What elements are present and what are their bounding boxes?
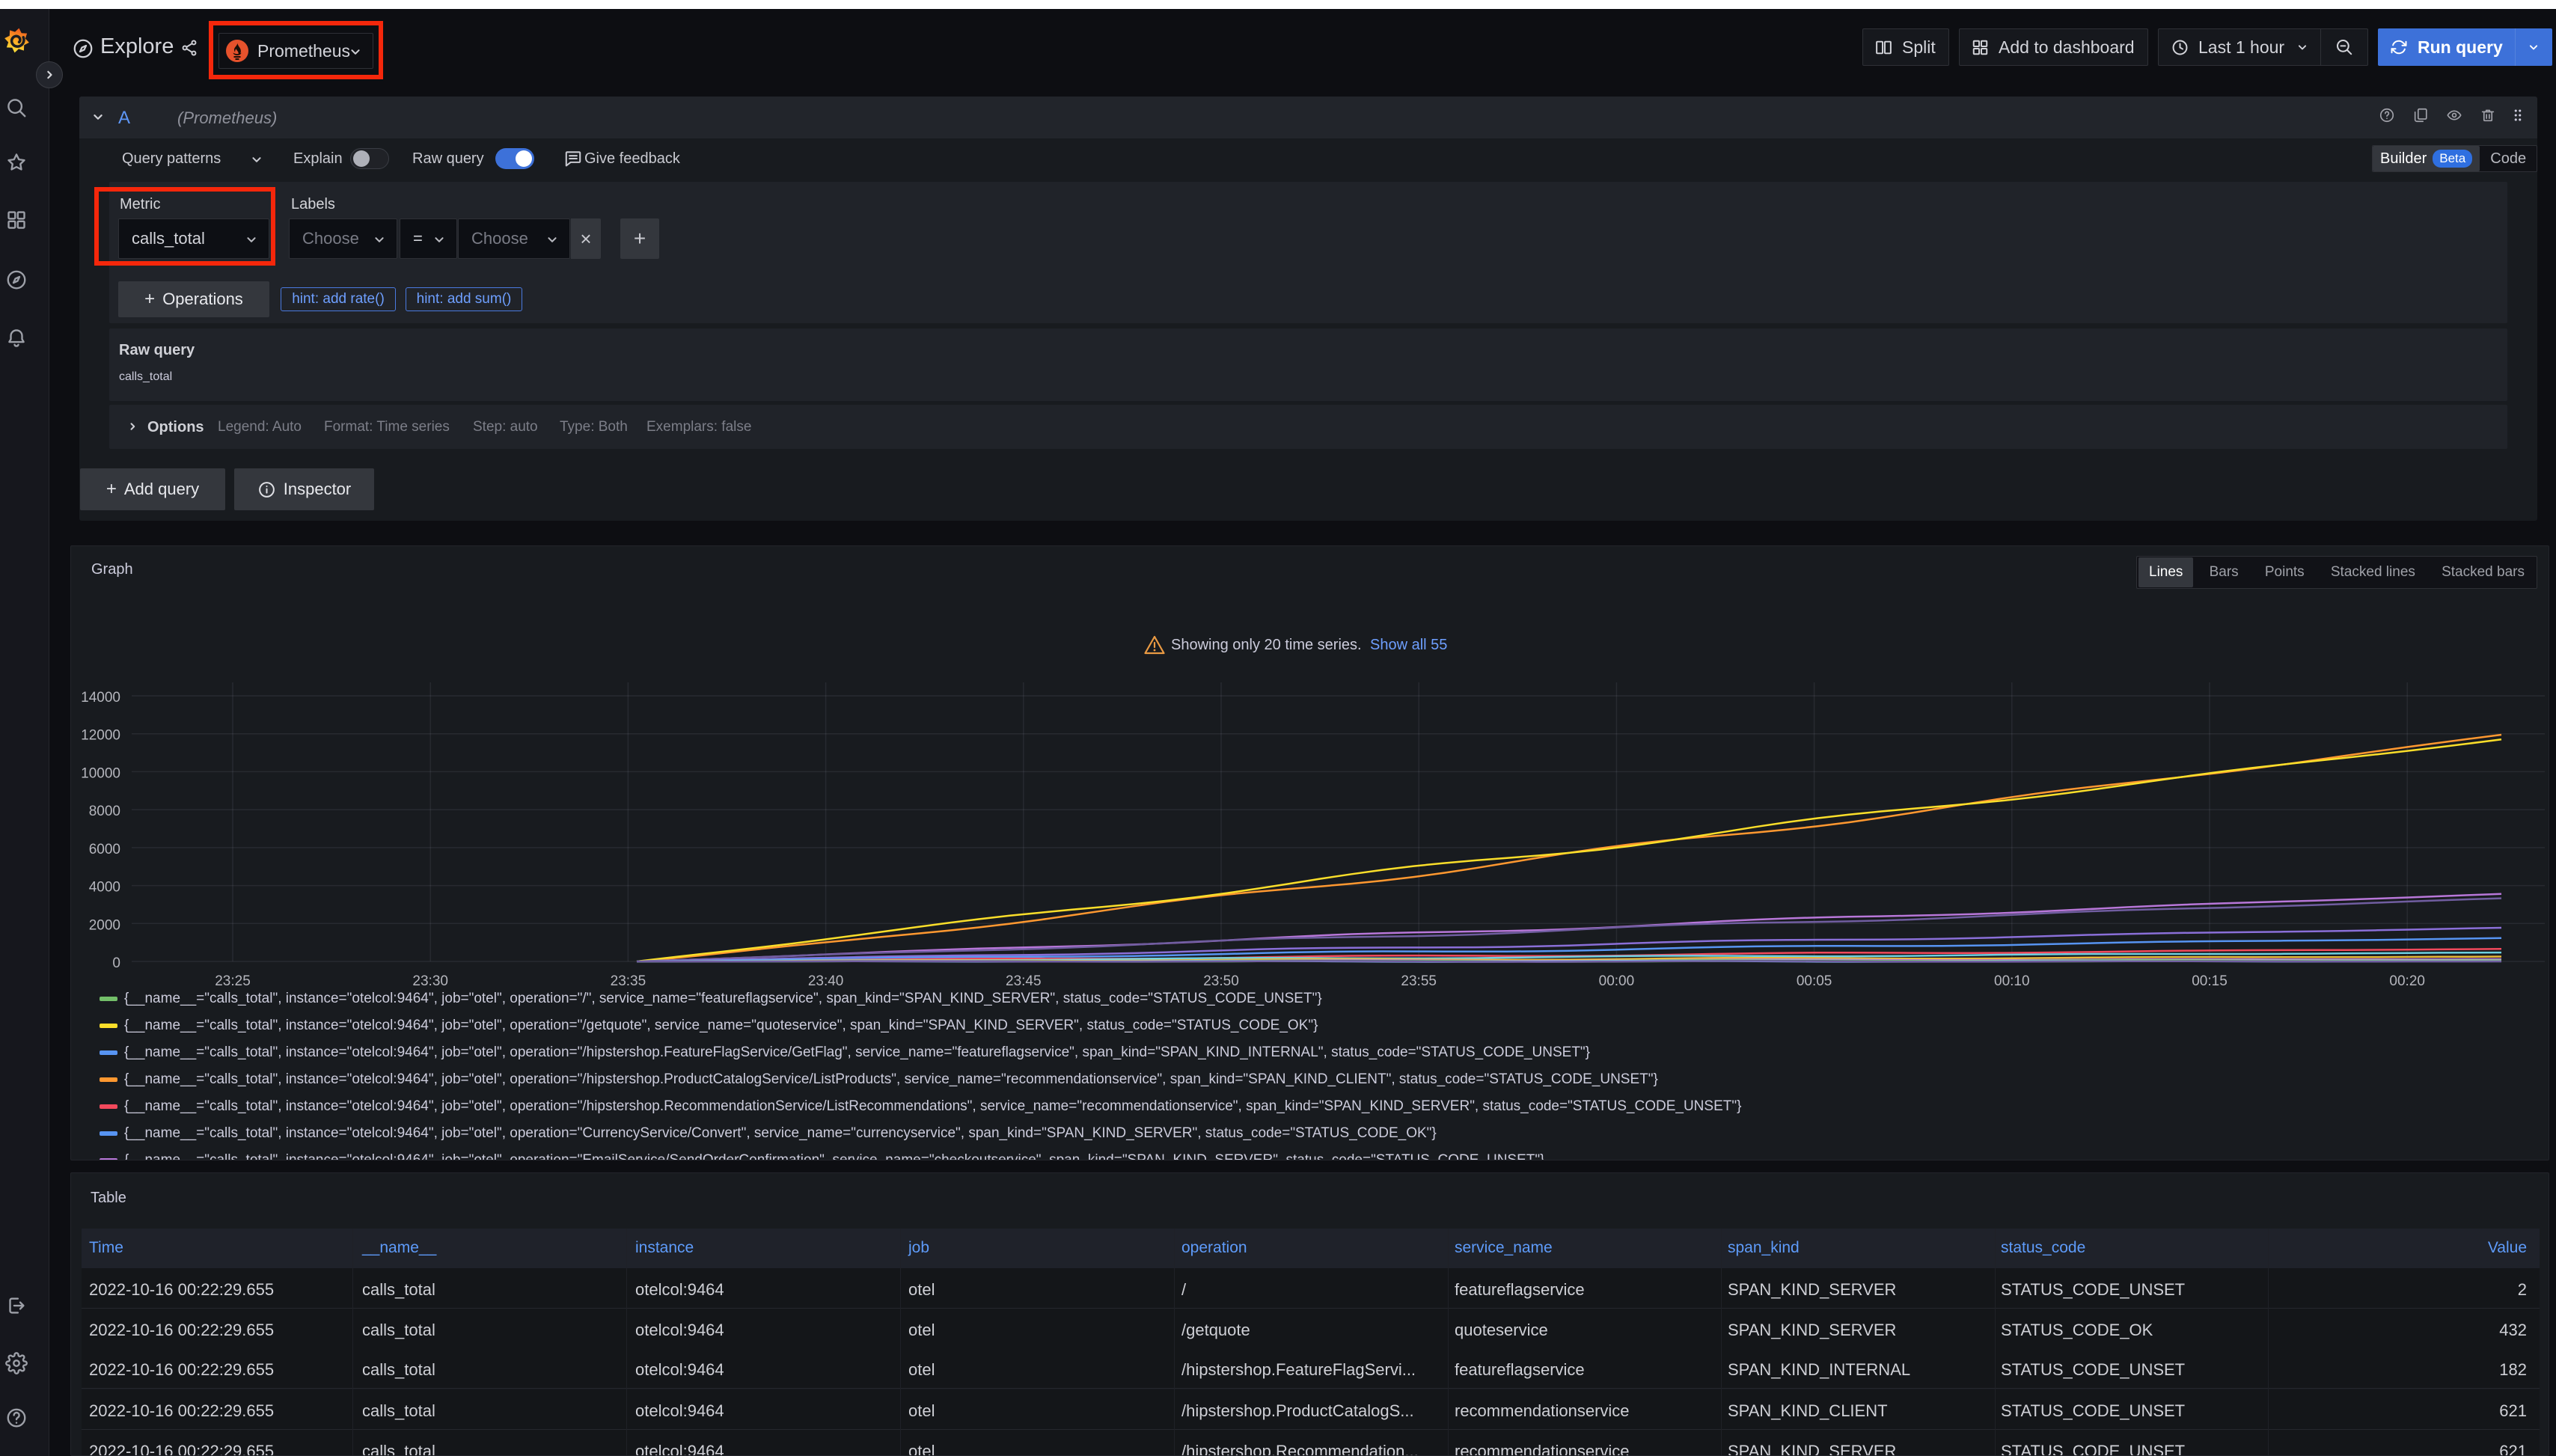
svg-text:0: 0 — [112, 955, 120, 971]
svg-text:23:35: 23:35 — [611, 973, 646, 989]
svg-text:00:20: 00:20 — [2389, 973, 2425, 989]
svg-text:23:50: 23:50 — [1203, 973, 1239, 989]
svg-text:23:45: 23:45 — [1006, 973, 1042, 989]
svg-text:00:15: 00:15 — [2192, 973, 2228, 989]
svg-text:23:40: 23:40 — [808, 973, 844, 989]
svg-text:2000: 2000 — [89, 917, 120, 933]
svg-text:10000: 10000 — [81, 765, 120, 781]
svg-text:14000: 14000 — [81, 690, 120, 706]
svg-text:00:00: 00:00 — [1599, 973, 1635, 989]
svg-text:6000: 6000 — [89, 842, 120, 857]
svg-text:00:05: 00:05 — [1797, 973, 1832, 989]
svg-text:23:30: 23:30 — [412, 973, 448, 989]
svg-text:00:10: 00:10 — [1994, 973, 2030, 989]
svg-text:23:55: 23:55 — [1401, 973, 1437, 989]
svg-text:23:25: 23:25 — [215, 973, 251, 989]
svg-text:12000: 12000 — [81, 728, 120, 744]
svg-text:8000: 8000 — [89, 804, 120, 819]
svg-text:4000: 4000 — [89, 880, 120, 896]
